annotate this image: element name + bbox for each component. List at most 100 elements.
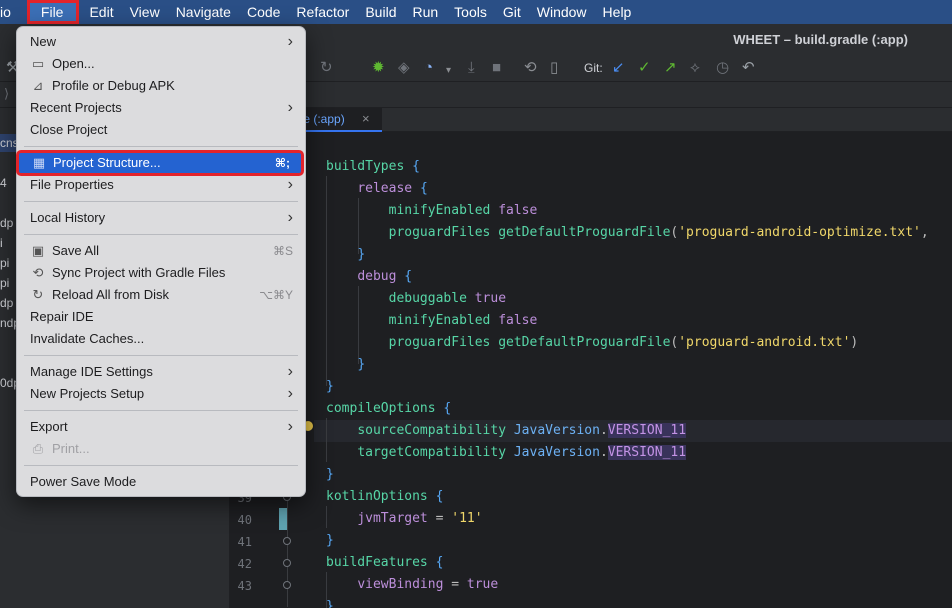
save-icon: ▣ <box>31 243 45 258</box>
menu-separator <box>24 201 298 202</box>
menu-separator <box>24 234 298 235</box>
menu-item-file-properties[interactable]: File Properties › <box>17 174 305 196</box>
submenu-arrow-icon: › <box>287 363 293 380</box>
menu-item-reload-all[interactable]: ↻ Reload All from Disk ⌥⌘Y <box>17 284 305 306</box>
fold-guide <box>287 497 288 607</box>
menu-help[interactable]: Help <box>595 0 640 24</box>
git-commit-icon[interactable]: ✓ <box>638 59 651 77</box>
code-line: } <box>326 599 334 608</box>
breadcrumb-chevron-icon[interactable]: ⟩ <box>4 86 9 102</box>
menu-edit[interactable]: Edit <box>81 0 121 24</box>
device-manager-icon[interactable]: ▯ <box>550 59 558 77</box>
rerun-icon[interactable]: ↻ <box>320 59 333 77</box>
menu-separator <box>24 410 298 411</box>
menu-code[interactable]: Code <box>239 0 288 24</box>
tree-fragment[interactable]: pi <box>0 256 9 270</box>
line-number: 42 <box>237 557 252 571</box>
code-line: } <box>357 247 366 262</box>
git-history-icon[interactable]: ◷ <box>716 59 729 77</box>
shortcut-label: ⌘S <box>272 244 293 258</box>
menu-item-repair-ide[interactable]: Repair IDE <box>17 306 305 328</box>
menu-item-recent-projects[interactable]: Recent Projects › <box>17 97 305 119</box>
fold-icon[interactable] <box>283 559 291 567</box>
git-update-icon[interactable]: ↙ <box>612 59 625 77</box>
menu-app-fragment[interactable]: io <box>0 0 19 24</box>
attach-debugger-icon[interactable]: ⤓ <box>468 59 475 77</box>
menu-item-manage-ide-settings[interactable]: Manage IDE Settings › <box>17 361 305 383</box>
menu-run[interactable]: Run <box>404 0 446 24</box>
shortcut-label: ⌘; <box>274 156 290 170</box>
menu-item-save-all[interactable]: ▣ Save All ⌘S <box>17 240 305 262</box>
code-line: compileOptions { <box>326 401 452 416</box>
menu-navigate[interactable]: Navigate <box>168 0 239 24</box>
menu-build[interactable]: Build <box>357 0 404 24</box>
close-tab-icon[interactable]: × <box>362 111 370 126</box>
submenu-arrow-icon: › <box>287 209 293 226</box>
tree-fragment[interactable]: i <box>0 236 3 250</box>
file-menu-dropdown: New › ▭ Open... ⊿ Profile or Debug APK R… <box>16 26 306 497</box>
macos-menu-bar: io File Edit View Navigate Code Refactor… <box>0 0 952 24</box>
fold-icon[interactable] <box>283 537 291 545</box>
code-editor[interactable]: buildTypes { release { minifyEnabled fal… <box>314 132 952 608</box>
code-line: release { <box>357 181 428 196</box>
menu-separator <box>24 146 298 147</box>
menu-tools[interactable]: Tools <box>446 0 495 24</box>
folder-icon: ▭ <box>31 56 45 71</box>
profiler-icon[interactable]: ◔ <box>424 59 433 77</box>
code-line: debuggable true <box>388 291 507 306</box>
tree-fragment[interactable]: dp <box>0 296 13 310</box>
menu-refactor[interactable]: Refactor <box>288 0 357 24</box>
menu-item-print: ⎙ Print... <box>17 438 305 460</box>
menu-separator <box>24 465 298 466</box>
submenu-arrow-icon: › <box>287 176 293 193</box>
menu-view[interactable]: View <box>122 0 168 24</box>
menu-item-power-save-mode[interactable]: Power Save Mode <box>17 471 305 493</box>
menu-item-profile-debug-apk[interactable]: ⊿ Profile or Debug APK <box>17 75 305 97</box>
menu-item-project-structure[interactable]: ▦ Project Structure... ⌘; <box>16 150 304 176</box>
code-line: buildTypes { <box>326 159 420 174</box>
apk-chart-icon: ⊿ <box>32 78 44 93</box>
code-line: kotlinOptions { <box>326 489 444 504</box>
profiler-dropdown-icon[interactable]: ▾ <box>446 62 451 80</box>
code-line: } <box>326 533 334 548</box>
menu-item-open[interactable]: ▭ Open... <box>17 53 305 75</box>
menu-item-new-projects-setup[interactable]: New Projects Setup › <box>17 383 305 405</box>
line-number: 40 <box>237 513 252 527</box>
fold-icon[interactable] <box>283 581 291 589</box>
tree-fragment[interactable]: 4 <box>0 176 7 190</box>
stop-icon[interactable]: ■ <box>492 59 501 77</box>
menu-item-close-project[interactable]: Close Project <box>17 119 305 141</box>
menu-window[interactable]: Window <box>529 0 595 24</box>
code-line: proguardFiles getDefaultProguardFile('pr… <box>388 225 929 240</box>
gradle-sync-icon: ⟲ <box>32 265 44 280</box>
submenu-arrow-icon: › <box>287 99 293 116</box>
tree-fragment[interactable]: pi <box>0 276 9 290</box>
code-line: proguardFiles getDefaultProguardFile('pr… <box>388 335 859 350</box>
code-line: sourceCompatibility JavaVersion.VERSION_… <box>357 423 687 438</box>
menu-item-local-history[interactable]: Local History › <box>17 207 305 229</box>
tree-fragment[interactable]: dp <box>0 216 13 230</box>
debug-bug-icon[interactable]: ✹ <box>372 59 385 77</box>
coverage-icon[interactable]: ◈ <box>398 59 410 77</box>
code-line: viewBinding = true <box>357 577 499 592</box>
menu-item-new[interactable]: New › <box>17 31 305 53</box>
code-line: jvmTarget = '11' <box>357 511 483 526</box>
code-line: minifyEnabled false <box>388 313 538 328</box>
submenu-arrow-icon: › <box>287 33 293 50</box>
menu-item-sync-gradle[interactable]: ⟲ Sync Project with Gradle Files <box>17 262 305 284</box>
menu-item-export[interactable]: Export › <box>17 416 305 438</box>
menu-file[interactable]: File <box>26 0 80 24</box>
submenu-arrow-icon: › <box>287 418 293 435</box>
menu-item-invalidate-caches[interactable]: Invalidate Caches... <box>17 328 305 350</box>
line-number: 41 <box>237 535 252 549</box>
sync-gradle-icon[interactable]: ⟲ <box>524 59 537 77</box>
rollback-icon[interactable]: ↶ <box>742 59 755 77</box>
menu-separator <box>24 355 298 356</box>
reload-icon: ↻ <box>32 287 44 302</box>
code-line: } <box>326 467 334 482</box>
code-line: buildFeatures { <box>326 555 444 570</box>
menu-git[interactable]: Git <box>495 0 529 24</box>
git-push-icon[interactable]: ↗ <box>664 59 677 77</box>
code-line: } <box>357 357 366 372</box>
git-pull-request-icon[interactable]: ⟡ <box>690 59 700 77</box>
